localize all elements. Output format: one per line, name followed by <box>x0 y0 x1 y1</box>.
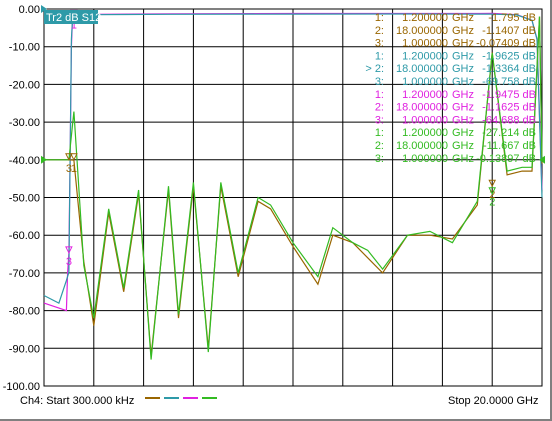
readout-frequency: 1.000000 <box>402 38 448 50</box>
readout-index: 3: <box>375 38 384 50</box>
y-tick-label: -10.00 <box>9 42 40 54</box>
readout-index: 1: <box>375 50 384 62</box>
readout-unit: GHz <box>452 114 474 126</box>
readout-unit: GHz <box>452 63 474 75</box>
y-tick-label: -40.00 <box>9 155 40 167</box>
readout-frequency: 1.200000 <box>402 89 448 101</box>
readout-frequency: 1.200000 <box>402 127 448 139</box>
readout-index: 3: <box>375 153 384 165</box>
start-frequency-label: Ch4: Start 300.000 kHz <box>20 395 134 407</box>
chart-window: 0.00 -10.00 -20.00 -30.00 -40.00 -50.00 -60.00… <box>0 0 552 421</box>
readout-index: 3: <box>375 114 384 126</box>
readout-frequency: 1.200000 <box>402 50 448 62</box>
y-tick-labels: 0.00 -10.00 -20.00 -30.00 -40.00 -50.00 -60.00… <box>3 4 40 393</box>
readout-frequency: 18.000000 <box>396 63 448 75</box>
stop-frequency-label: Stop 20.0000 GHz <box>448 395 539 407</box>
readout-frequency: 18.000000 <box>396 102 448 114</box>
y-tick-label: -80.00 <box>9 306 40 318</box>
readout-index: > 2: <box>365 63 384 75</box>
readout-index: 3: <box>375 76 384 88</box>
readout-index: 1: <box>375 127 384 139</box>
readout-value: -0.13897 dB <box>476 153 536 165</box>
readout-value: -1.9625 dB <box>482 50 536 62</box>
readout-frequency: 18.000000 <box>396 25 448 37</box>
marker-readout-table: 1: 1.200000 GHz -1.795 dB 2: 18.000000 GHz -1.1… <box>365 12 536 165</box>
readout-unit: GHz <box>452 50 474 62</box>
readout-value: -1.1625 dB <box>482 102 536 114</box>
readout-unit: GHz <box>452 153 474 165</box>
marker-label: 2 <box>489 197 495 209</box>
readout-unit: GHz <box>452 38 474 50</box>
readout-value: -27.214 dB <box>482 127 536 139</box>
readout-unit: GHz <box>452 140 474 152</box>
readout-index: 2: <box>375 102 384 114</box>
readout-unit: GHz <box>452 89 474 101</box>
readout-unit: GHz <box>452 127 474 139</box>
readout-unit: GHz <box>452 102 474 114</box>
readout-value: -0.07409 dB <box>476 38 536 50</box>
trace-tag[interactable]: Tr2 dB S12 <box>46 12 101 24</box>
readout-frequency: 1.000000 <box>402 114 448 126</box>
y-tick-label: -100.00 <box>3 381 40 393</box>
y-tick-label: -50.00 <box>9 193 40 205</box>
readout-unit: GHz <box>452 12 474 24</box>
y-tick-label: -30.00 <box>9 117 40 129</box>
marker-triangle <box>70 153 78 161</box>
readout-value: -1.3364 dB <box>482 63 536 75</box>
y-tick-label: -20.00 <box>9 79 40 91</box>
marker-label: 1 <box>71 163 77 175</box>
y-tick-label: 0.00 <box>19 4 40 16</box>
marker-label: 3 <box>66 256 72 268</box>
readout-frequency: 1.000000 <box>402 76 448 88</box>
readout-unit: GHz <box>452 76 474 88</box>
readout-index: 2: <box>375 140 384 152</box>
y-tick-label: -60.00 <box>9 230 40 242</box>
readout-index: 1: <box>375 12 384 24</box>
readout-frequency: 1.000000 <box>402 153 448 165</box>
readout-index: 1: <box>375 89 384 101</box>
readout-value: -1.9475 dB <box>482 89 536 101</box>
readout-value: -1.1407 dB <box>482 25 536 37</box>
readout-index: 2: <box>375 25 384 37</box>
readout-unit: GHz <box>452 25 474 37</box>
readout-frequency: 1.200000 <box>402 12 448 24</box>
y-tick-label: -70.00 <box>9 268 40 280</box>
readout-value: -69.758 dB <box>482 76 536 88</box>
readout-value: -64.688 dB <box>482 114 536 126</box>
y-tick-label: -90.00 <box>9 343 40 355</box>
readout-frequency: 18.000000 <box>396 140 448 152</box>
readout-value: -1.795 dB <box>488 12 536 24</box>
s-parameter-chart: 0.00 -10.00 -20.00 -30.00 -40.00 -50.00 -60.00… <box>3 4 545 407</box>
readout-value: -11.667 dB <box>483 140 536 152</box>
